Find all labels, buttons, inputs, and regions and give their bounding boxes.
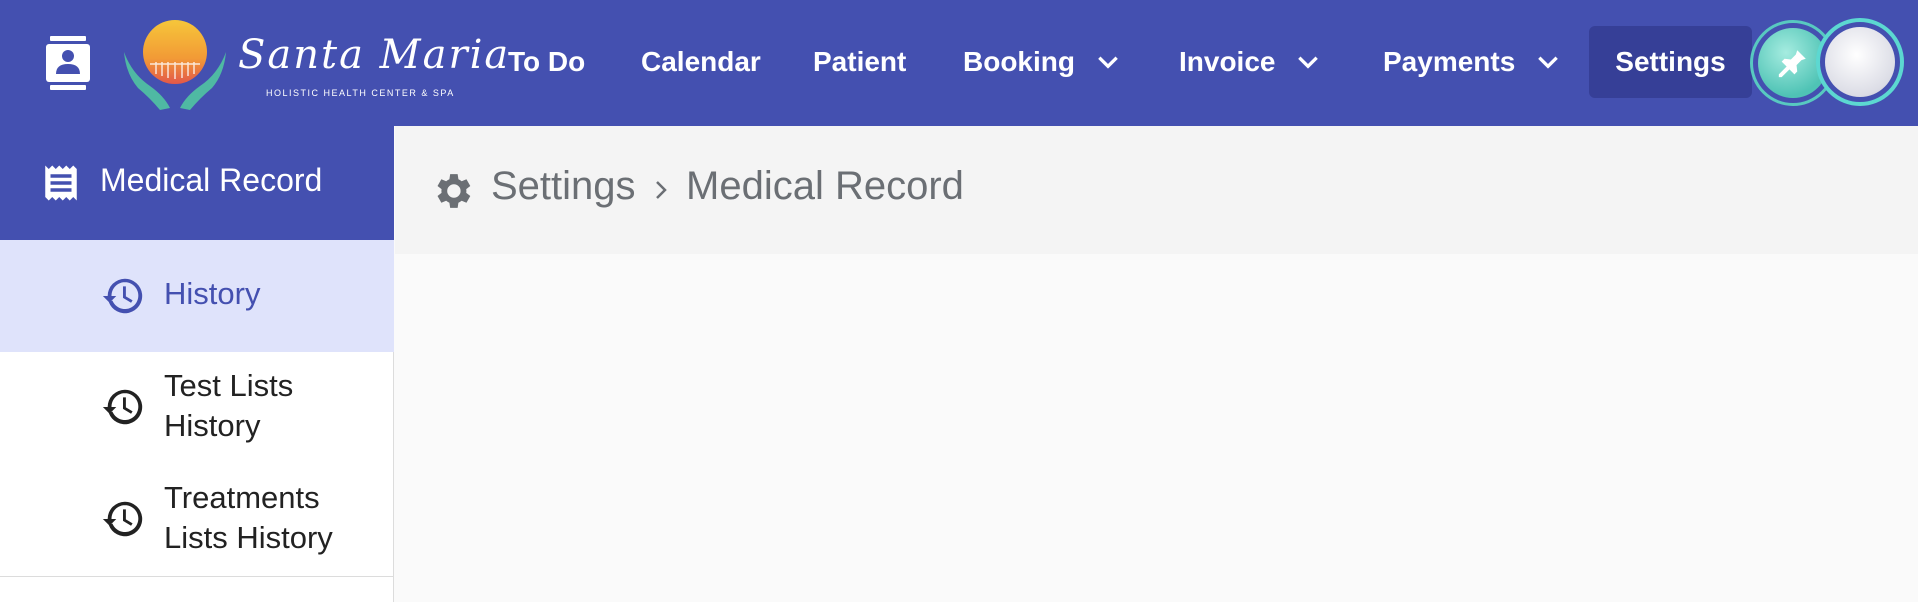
nav-invoice[interactable]: Invoice: [1179, 38, 1321, 86]
contact-card-icon[interactable]: [44, 36, 92, 90]
nav-patient[interactable]: Patient: [813, 38, 906, 86]
pin-icon: [1778, 50, 1806, 78]
breadcrumb-settings[interactable]: Settings: [491, 164, 636, 209]
nav-patient-label: Patient: [813, 46, 907, 77]
chevron-down-icon: [1098, 56, 1118, 69]
chevron-down-icon: [1538, 56, 1559, 69]
breadcrumb-medical-record: Medical Record: [686, 164, 964, 208]
sidebar-item-treatments-lists-history[interactable]: Treatments Lists History: [0, 464, 394, 576]
nav-booking-label: Booking: [963, 46, 1075, 77]
sidebar-item-label: Treatments Lists History: [164, 480, 333, 555]
nav-settings[interactable]: Settings: [1589, 26, 1752, 98]
nav-payments-label: Payments: [1383, 46, 1516, 77]
chevron-right-icon: [656, 181, 667, 199]
top-navbar: Santa Maria HOLISTIC HEALTH CENTER & SPA…: [0, 0, 1918, 126]
santa-maria-logo[interactable]: Santa Maria HOLISTIC HEALTH CENTER & SPA: [120, 12, 508, 112]
nav-todo[interactable]: To Do: [508, 38, 585, 86]
nav-calendar-label: Calendar: [641, 46, 761, 77]
history-icon: [102, 389, 143, 425]
avatar-image: [1825, 27, 1895, 97]
nav-payments[interactable]: Payments: [1383, 38, 1561, 86]
nav-calendar[interactable]: Calendar: [641, 38, 761, 86]
history-icon: [102, 278, 143, 314]
sidebar-item-label: Test Lists History: [164, 368, 294, 443]
sidebar-header[interactable]: Medical Record: [0, 126, 394, 240]
logo-name: Santa Maria: [238, 32, 511, 78]
sidebar: Medical Record History Test Lists Histor…: [0, 126, 394, 602]
nav-settings-label: Settings: [1615, 46, 1726, 77]
logo-tagline: HOLISTIC HEALTH CENTER & SPA: [266, 88, 455, 98]
nav-todo-label: To Do: [508, 46, 586, 77]
sidebar-item-test-lists-history[interactable]: Test Lists History: [0, 352, 394, 464]
sidebar-title: Medical Record: [100, 162, 323, 198]
gear-icon: [437, 174, 471, 208]
chevron-down-icon: [1298, 56, 1319, 69]
nav-invoice-label: Invoice: [1179, 46, 1276, 77]
history-icon: [102, 501, 143, 537]
breadcrumb: Settings Medical Record: [395, 126, 1918, 254]
user-avatar[interactable]: [1816, 18, 1904, 106]
sidebar-item-label: History: [164, 276, 261, 311]
receipt-icon: [45, 165, 77, 201]
main-content: [395, 254, 1918, 602]
sidebar-item-history[interactable]: History: [0, 240, 394, 352]
nav-booking[interactable]: Booking: [963, 38, 1121, 86]
sidebar-divider: [0, 576, 394, 577]
